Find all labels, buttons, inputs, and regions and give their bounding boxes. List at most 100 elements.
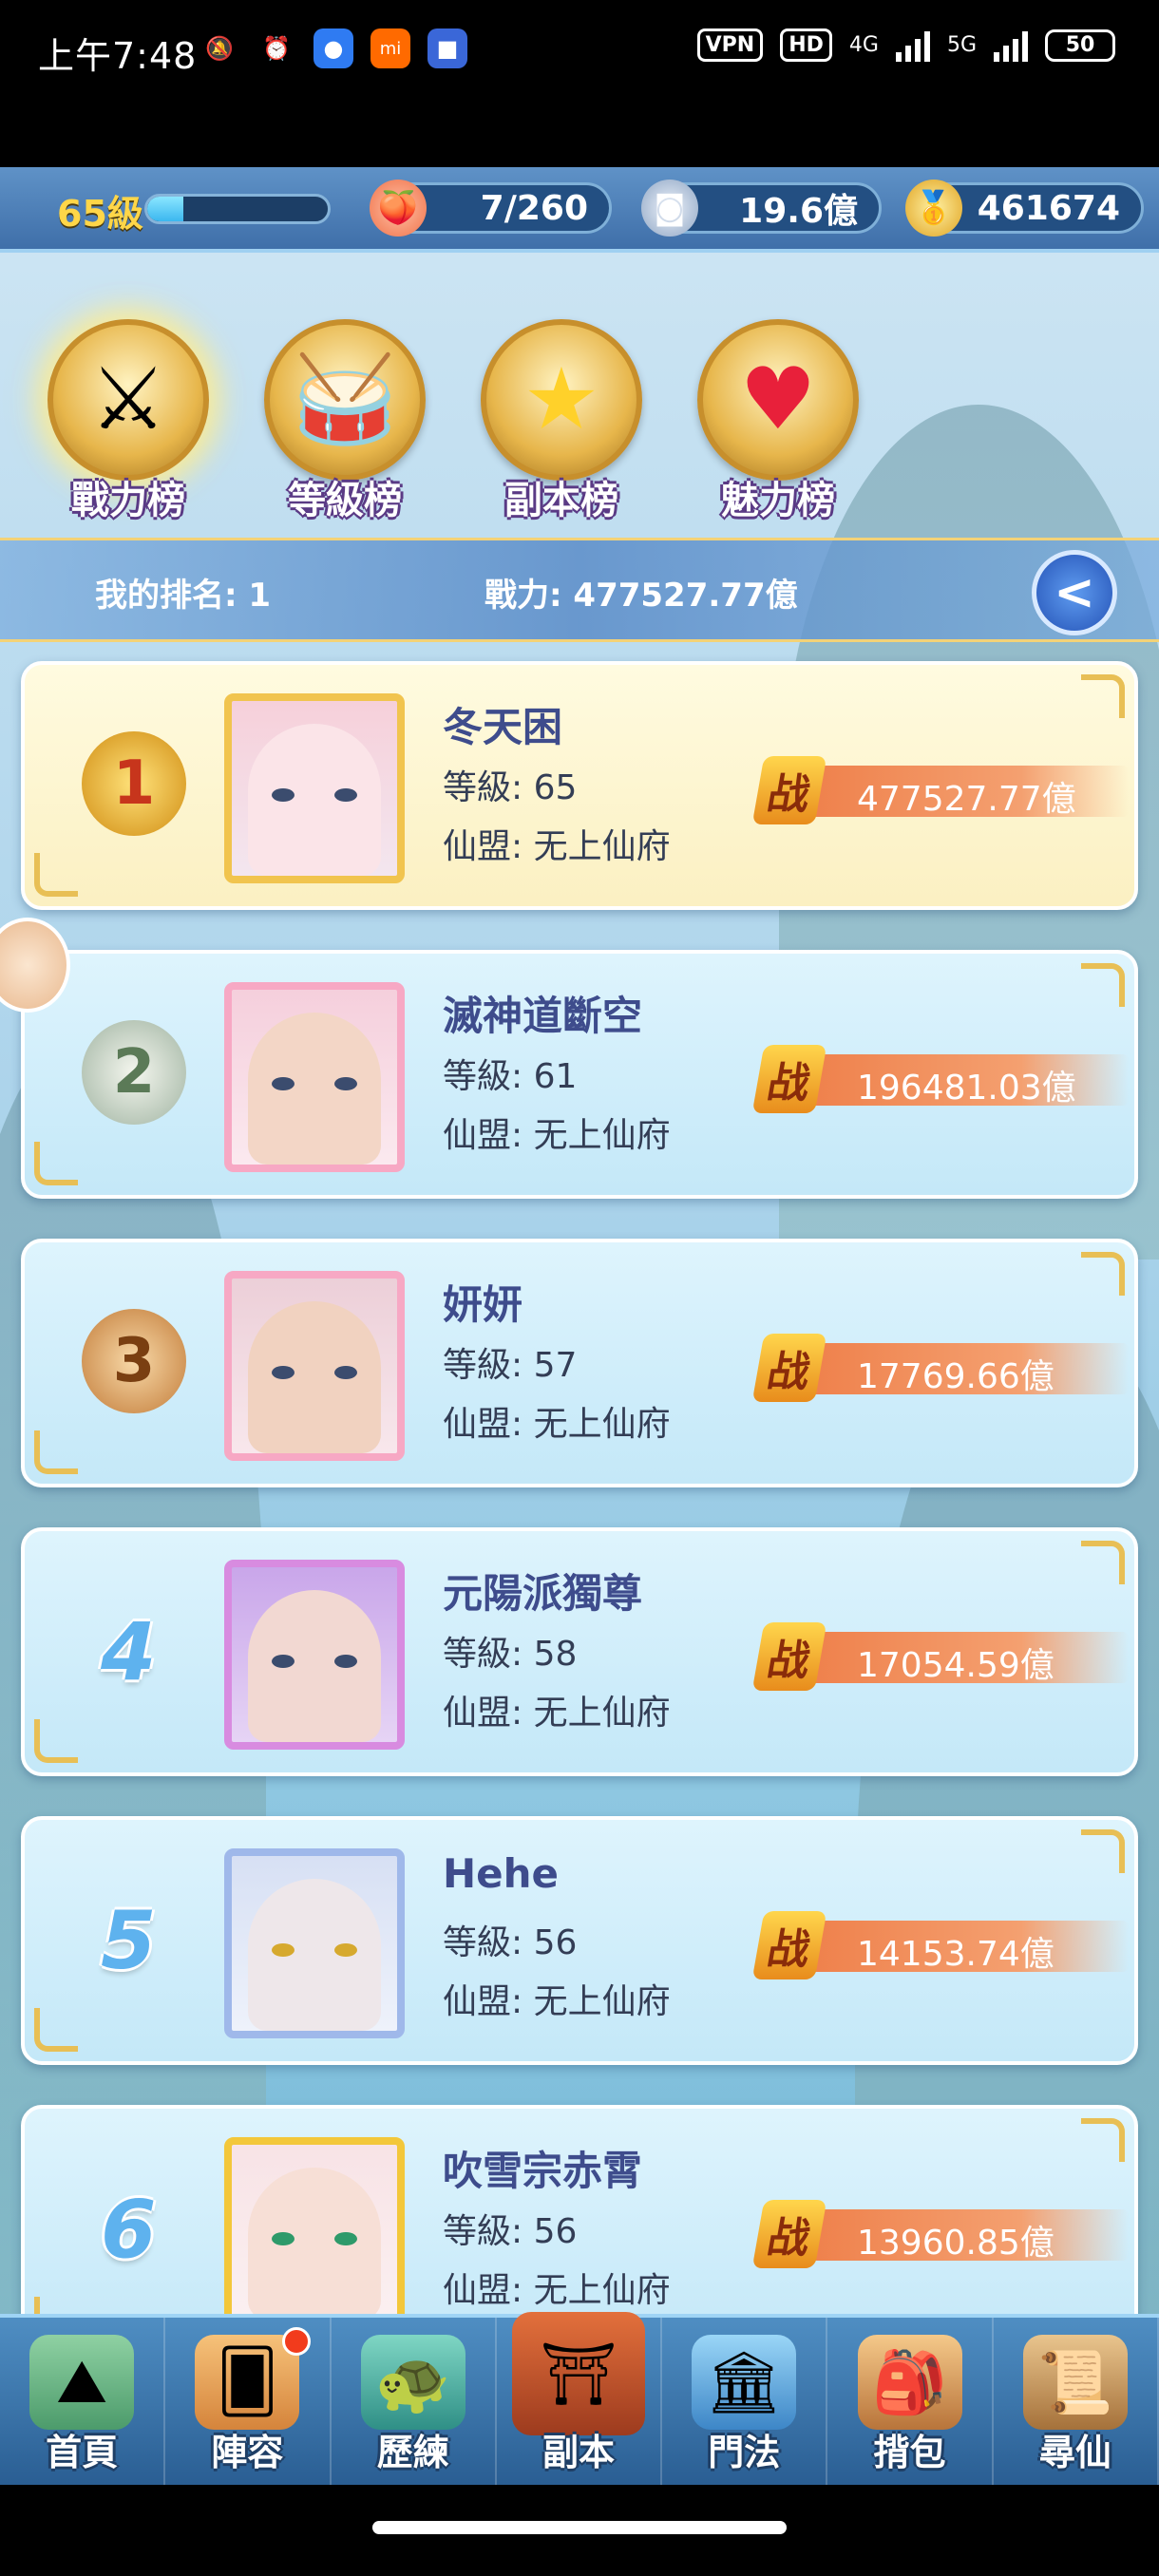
rank-number: 5: [101, 1894, 157, 1987]
battle-power-icon: 战: [751, 1911, 827, 1979]
silver-coin-icon: ◙: [641, 180, 698, 237]
nav-label: 揹包: [873, 2432, 946, 2473]
nav-seek-immortal[interactable]: 📜 尋仙: [994, 2318, 1159, 2489]
player-level: 65級: [57, 193, 143, 235]
rank-number: 2: [112, 1037, 156, 1108]
avatar[interactable]: [224, 2137, 405, 2327]
tab-label: 戰力榜: [71, 479, 185, 522]
my-power-text: 戰力: 477527.77億: [484, 577, 798, 615]
gold-value: 461674: [977, 188, 1120, 228]
player-name: 元陽派獨尊: [443, 1570, 643, 1617]
rank-number: 6: [101, 2183, 157, 2276]
player-guild: 仙盟: 无上仙府: [443, 827, 671, 866]
tab-level-rank[interactable]: 🥁 等級榜: [245, 300, 445, 528]
avatar-eyes: [272, 788, 357, 802]
avatar-eyes: [272, 2232, 357, 2245]
nav-label: 歷練: [376, 2432, 449, 2473]
system-gesture-bar: [0, 2485, 1159, 2576]
backpack-icon: 🎒: [857, 2335, 962, 2430]
avatar[interactable]: [224, 1848, 405, 2038]
ranking-row[interactable]: 3 妍妍 等級: 57 仙盟: 无上仙府 战 17769.66億: [21, 1239, 1138, 1487]
hd-icon: HD: [780, 28, 832, 62]
power-value-bar: 战 17769.66億: [751, 1334, 1129, 1402]
avatar[interactable]: [224, 982, 405, 1172]
vpn-icon: VPN: [696, 28, 764, 62]
player-level-text: 等級: 56: [443, 1923, 578, 1962]
tab-dungeon-rank[interactable]: ★ 副本榜: [462, 300, 661, 528]
resource-bar: 65級 🍑 7/260 ◙ 19.6億 🥇 461674: [0, 167, 1159, 253]
avatar[interactable]: [224, 1560, 405, 1750]
tab-label: 等級榜: [288, 479, 402, 522]
tab-power-rank[interactable]: ⚔ 戰力榜: [28, 300, 228, 528]
nav-backpack[interactable]: 🎒 揹包: [827, 2318, 994, 2489]
player-guild: 仙盟: 无上仙府: [443, 1694, 671, 1733]
nav-training[interactable]: 🐢 歷練: [332, 2318, 497, 2489]
player-name: 妍妍: [443, 1281, 523, 1328]
gold-counter[interactable]: 🥇 461674: [905, 180, 1144, 237]
signal-5g-icon: [994, 29, 1028, 62]
player-level-text: 等級: 57: [443, 1346, 578, 1385]
tab-charm-rank[interactable]: ♥ 魅力榜: [678, 300, 878, 528]
nav-home[interactable]: ⛰ 首頁: [0, 2318, 166, 2489]
ranking-row[interactable]: 5 Hehe 等級: 56 仙盟: 无上仙府 战 14153.74億: [21, 1816, 1138, 2065]
ranking-row[interactable]: 2 滅神道斷空 等級: 61 仙盟: 无上仙府 战 196481.03億: [21, 950, 1138, 1199]
battle-power-icon: 战: [751, 1334, 827, 1402]
nav-lineup[interactable]: 🂠 陣容: [165, 2318, 332, 2489]
nav-label: 門法: [708, 2432, 781, 2473]
power-value: 477527.77億: [857, 780, 1076, 819]
home-island-icon: ⛰: [29, 2335, 135, 2430]
silver-counter[interactable]: ◙ 19.6億: [641, 180, 882, 237]
nav-label: 尋仙: [1038, 2432, 1112, 2473]
gold-medal-icon: 1: [82, 731, 186, 836]
bottom-nav: ⛰ 首頁 🂠 陣容 🐢 歷練 ⛩ 副本 🏛 門法 🎒 揹包 📜 尋仙: [0, 2312, 1159, 2489]
notification-icons: 🔕 ⏰ ● mi ■: [200, 28, 467, 68]
dungeon-gate-icon: ⛩: [511, 2312, 645, 2435]
corner-ornament: [34, 1142, 78, 1185]
corner-ornament: [34, 1719, 78, 1763]
tab-label: 魅力榜: [721, 479, 835, 522]
rank-number: 1: [112, 748, 156, 819]
signal-4g-icon: [895, 29, 930, 62]
rank-number: 4: [101, 1605, 157, 1698]
mi-icon: mi: [370, 28, 410, 68]
battle-power-icon: 战: [751, 1622, 827, 1691]
stamina-value: 7/260: [480, 188, 588, 228]
power-value: 196481.03億: [857, 1069, 1076, 1108]
network-5g-label: 5G: [946, 33, 977, 57]
stamina-counter[interactable]: 🍑 7/260: [370, 180, 612, 237]
status-time: 上午7:48: [38, 35, 198, 77]
corner-ornament: [1081, 963, 1125, 1007]
avatar[interactable]: [224, 693, 405, 883]
power-value: 14153.74億: [857, 1935, 1054, 1974]
home-indicator[interactable]: [372, 2521, 787, 2534]
bronze-medal-icon: 3: [82, 1309, 186, 1413]
player-guild: 仙盟: 无上仙府: [443, 1405, 671, 1444]
power-value-bar: 战 13960.85億: [751, 2200, 1129, 2268]
player-level-text: 等級: 61: [443, 1057, 578, 1096]
corner-ornament: [34, 853, 78, 897]
player-name: 冬天困: [443, 704, 563, 750]
avatar-eyes: [272, 1655, 357, 1668]
corner-ornament: [1081, 1252, 1125, 1296]
sword-emblem-icon: ⚔: [48, 319, 209, 481]
nav-sect[interactable]: 🏛 門法: [662, 2318, 828, 2489]
player-level-text: 等級: 65: [443, 768, 578, 807]
battle-power-icon: 战: [751, 2200, 827, 2268]
corner-ornament: [1081, 1829, 1125, 1873]
alarm-icon: ⏰: [262, 35, 291, 62]
power-value-bar: 战 196481.03億: [751, 1045, 1129, 1113]
ranking-row[interactable]: 4 元陽派獨尊 等級: 58 仙盟: 无上仙府 战 17054.59億: [21, 1527, 1138, 1776]
power-value: 13960.85億: [857, 2224, 1054, 2263]
back-button[interactable]: <: [1032, 550, 1117, 635]
silver-medal-icon: 2: [82, 1020, 186, 1125]
nav-label: 陣容: [211, 2432, 284, 2473]
avatar-eyes: [272, 1077, 357, 1090]
player-name: 滅神道斷空: [443, 993, 643, 1039]
peach-icon: 🍑: [370, 180, 427, 237]
sect-altar-icon: 🏛: [692, 2335, 797, 2430]
avatar[interactable]: [224, 1271, 405, 1461]
player-level-text: 等級: 56: [443, 2212, 578, 2251]
nav-dungeon[interactable]: ⛩ 副本: [497, 2312, 663, 2489]
silver-value: 19.6億: [739, 192, 858, 231]
ranking-row[interactable]: 1 冬天困 等級: 65 仙盟: 无上仙府 战 477527.77億: [21, 661, 1138, 910]
